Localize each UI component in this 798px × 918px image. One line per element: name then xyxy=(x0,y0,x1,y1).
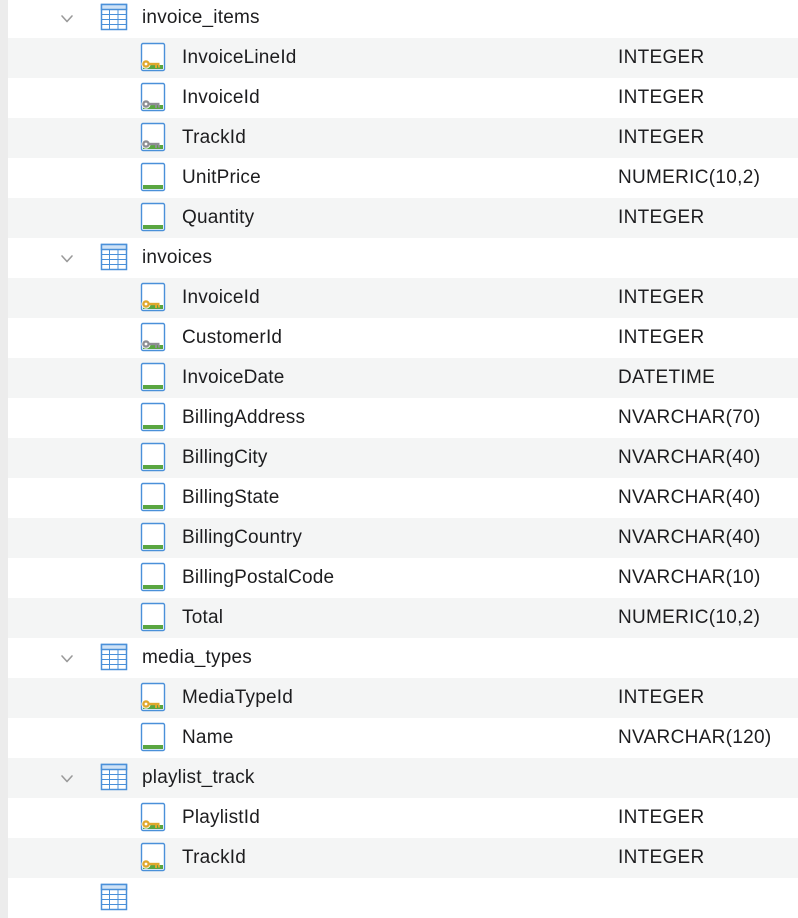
column-row[interactable]: BillingCity NVARCHAR(40) xyxy=(0,438,798,478)
column-type: NVARCHAR(40) xyxy=(618,527,761,548)
column-type: NVARCHAR(120) xyxy=(618,727,772,748)
foreign-key-column-icon xyxy=(138,82,168,112)
column-type: INTEGER xyxy=(618,87,705,108)
column-type: INTEGER xyxy=(618,847,705,868)
table-name: invoices xyxy=(142,247,213,268)
table-icon xyxy=(99,882,129,912)
table-name: invoice_items xyxy=(142,7,260,28)
table-row-media-types[interactable]: media_types xyxy=(0,638,798,678)
column-type: NVARCHAR(10) xyxy=(618,567,761,588)
column-icon xyxy=(138,162,168,192)
column-row[interactable]: TrackId INTEGER xyxy=(0,118,798,158)
column-name: PlaylistId xyxy=(182,807,261,828)
column-row[interactable]: InvoiceId INTEGER xyxy=(0,278,798,318)
column-row[interactable]: BillingCountry NVARCHAR(40) xyxy=(0,518,798,558)
table-name: media_types xyxy=(142,647,252,668)
column-name: UnitPrice xyxy=(182,167,261,188)
column-row[interactable]: BillingPostalCode NVARCHAR(10) xyxy=(0,558,798,598)
column-type: INTEGER xyxy=(618,327,705,348)
table-icon xyxy=(99,642,129,672)
table-row-invoice-items[interactable]: invoice_items xyxy=(0,0,798,38)
column-name: BillingCity xyxy=(182,447,268,468)
column-row[interactable]: PlaylistId INTEGER xyxy=(0,798,798,838)
column-icon xyxy=(138,202,168,232)
column-type: INTEGER xyxy=(618,807,705,828)
column-type: INTEGER xyxy=(618,687,705,708)
table-icon xyxy=(99,762,129,792)
chevron-down-icon[interactable] xyxy=(58,250,76,268)
column-icon xyxy=(138,402,168,432)
column-row[interactable]: InvoiceDate DATETIME xyxy=(0,358,798,398)
column-row[interactable]: MediaTypeId INTEGER xyxy=(0,678,798,718)
column-type: NUMERIC(10,2) xyxy=(618,607,761,628)
chevron-down-icon[interactable] xyxy=(58,650,76,668)
column-type: NVARCHAR(40) xyxy=(618,447,761,468)
table-row-invoices[interactable]: invoices xyxy=(0,238,798,278)
table-icon xyxy=(99,2,129,32)
column-icon xyxy=(138,562,168,592)
column-name: Total xyxy=(182,607,224,628)
primary-key-column-icon xyxy=(138,42,168,72)
column-name: BillingCountry xyxy=(182,527,303,548)
column-icon xyxy=(138,722,168,752)
column-name: InvoiceId xyxy=(182,87,260,108)
column-name: Name xyxy=(182,727,234,748)
column-row[interactable]: Quantity INTEGER xyxy=(0,198,798,238)
column-type: NUMERIC(10,2) xyxy=(618,167,761,188)
primary-key-column-icon xyxy=(138,802,168,832)
column-name: Quantity xyxy=(182,207,255,228)
column-name: InvoiceDate xyxy=(182,367,285,388)
column-name: TrackId xyxy=(182,127,247,148)
column-icon xyxy=(138,522,168,552)
column-name: BillingState xyxy=(182,487,280,508)
chevron-down-icon[interactable] xyxy=(58,10,76,28)
column-icon xyxy=(138,602,168,632)
column-type: NVARCHAR(70) xyxy=(618,407,761,428)
column-row[interactable]: Name NVARCHAR(120) xyxy=(0,718,798,758)
primary-key-column-icon xyxy=(138,842,168,872)
column-name: CustomerId xyxy=(182,327,283,348)
column-name: TrackId xyxy=(182,847,247,868)
schema-tree: invoice_items InvoiceLineId INTEGER Invoice… xyxy=(0,0,798,918)
column-type: INTEGER xyxy=(618,127,705,148)
column-name: MediaTypeId xyxy=(182,687,293,708)
column-type: INTEGER xyxy=(618,47,705,68)
table-name: playlist_track xyxy=(142,767,255,788)
column-type: INTEGER xyxy=(618,287,705,308)
column-row[interactable]: CustomerId INTEGER xyxy=(0,318,798,358)
column-type: INTEGER xyxy=(618,207,705,228)
column-name: BillingAddress xyxy=(182,407,306,428)
column-row[interactable]: BillingAddress NVARCHAR(70) xyxy=(0,398,798,438)
column-type: NVARCHAR(40) xyxy=(618,487,761,508)
column-icon xyxy=(138,482,168,512)
column-row[interactable]: Total NUMERIC(10,2) xyxy=(0,598,798,638)
table-row-playlist-track[interactable]: playlist_track xyxy=(0,758,798,798)
column-name: InvoiceLineId xyxy=(182,47,297,68)
foreign-key-column-icon xyxy=(138,122,168,152)
table-row-partial[interactable] xyxy=(0,878,798,918)
column-row[interactable]: BillingState NVARCHAR(40) xyxy=(0,478,798,518)
column-row[interactable]: UnitPrice NUMERIC(10,2) xyxy=(0,158,798,198)
foreign-key-column-icon xyxy=(138,322,168,352)
primary-key-column-icon xyxy=(138,682,168,712)
column-icon xyxy=(138,442,168,472)
column-row[interactable]: InvoiceLineId INTEGER xyxy=(0,38,798,78)
column-row[interactable]: TrackId INTEGER xyxy=(0,838,798,878)
table-icon xyxy=(99,242,129,272)
column-icon xyxy=(138,362,168,392)
primary-key-column-icon xyxy=(138,282,168,312)
chevron-down-icon[interactable] xyxy=(58,770,76,788)
column-row[interactable]: InvoiceId INTEGER xyxy=(0,78,798,118)
column-name: BillingPostalCode xyxy=(182,567,335,588)
column-name: InvoiceId xyxy=(182,287,260,308)
column-type: DATETIME xyxy=(618,367,716,388)
